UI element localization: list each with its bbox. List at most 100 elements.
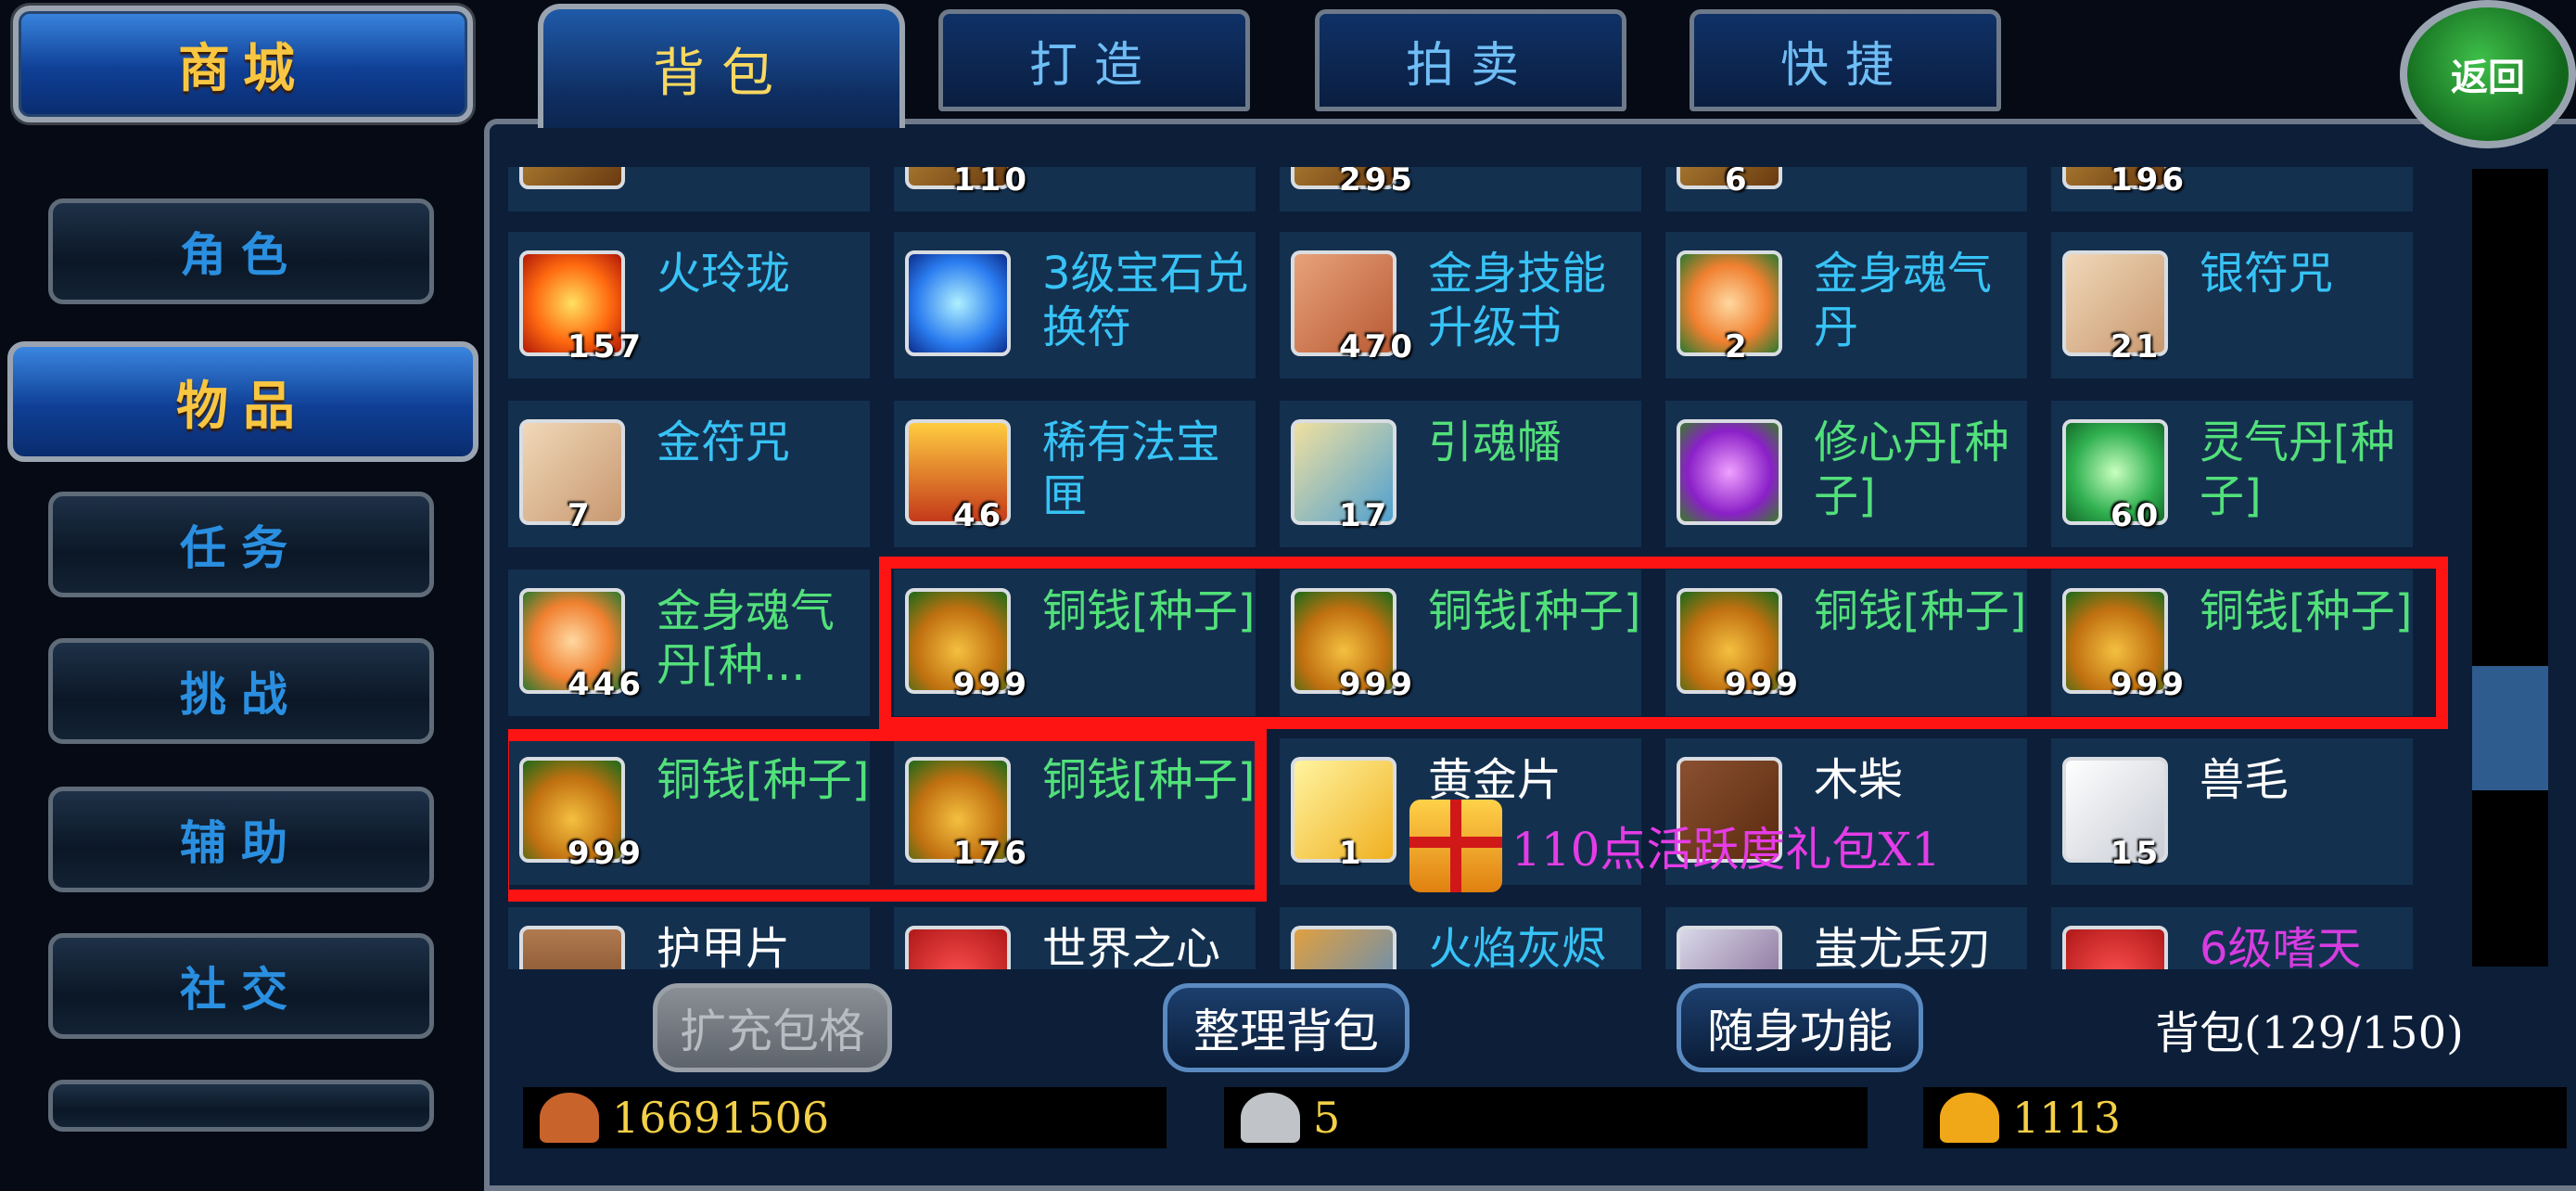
item-name: 蚩尤兵刃 (1814, 923, 1993, 969)
sidebar-item-items[interactable]: 物品 (7, 341, 478, 462)
item-quantity: 1 (1339, 835, 1365, 872)
pill-purple-icon (1677, 419, 1782, 525)
inventory-slot[interactable]: 修心丹[种子] (1665, 401, 2027, 547)
tab-label: 快捷 (1779, 37, 1910, 94)
gem-icon (905, 250, 1011, 356)
inventory-slot[interactable]: 295 (1280, 167, 1641, 211)
sort-backpack-label: 整理背包 (1193, 1005, 1379, 1058)
reward-toast-text: 110点活跃度礼包X1 (1511, 823, 1941, 877)
item-quantity: 21 (2111, 328, 2162, 365)
inventory-slot[interactable]: 引魂幡 17 (1280, 401, 1641, 547)
sidebar-item-guild[interactable]: 仙盟 (48, 1080, 434, 1132)
tab-label: 拍卖 (1405, 37, 1536, 94)
backpack-capacity: 背包(129/150) (2155, 1007, 2464, 1059)
inventory-slot[interactable]: 3级宝石兑换符 (894, 232, 1256, 378)
inventory-slot[interactable]: 吴 (508, 167, 870, 211)
item-quantity: 470 (1339, 328, 1416, 365)
item-quantity: 2 (1725, 328, 1751, 365)
item-quantity: 110 (953, 167, 1030, 198)
item-quantity: 6 (1725, 167, 1751, 198)
inventory-slot[interactable]: 金身魂气丹[种... 446 (508, 570, 870, 716)
sidebar-item-label: 物品 (176, 376, 310, 437)
inventory-slot[interactable]: 灵气丹[种子] 60 (2051, 401, 2413, 547)
sidebar-item-assist[interactable]: 辅助 (48, 787, 434, 892)
item-quantity: 7 (567, 497, 593, 534)
tab-quick[interactable]: 快捷 (1690, 9, 2001, 111)
inventory-slot[interactable]: 护甲片 (508, 907, 870, 969)
tab-label: 打造 (1028, 37, 1159, 94)
item-name: 金身技能升级书 (1428, 248, 1607, 353)
expand-slots-label: 扩充包格 (680, 1005, 865, 1058)
inventory-slot[interactable]: 物6 (1665, 167, 2027, 211)
scrollbar-track[interactable] (2472, 169, 2548, 967)
item-name: 银符咒 (2200, 248, 2334, 300)
blade-icon (1677, 926, 1782, 969)
item-quantity: 17 (1339, 497, 1391, 534)
expand-slots-button[interactable]: 扩充包格 (653, 983, 892, 1072)
ash-icon (1291, 926, 1396, 969)
tab-backpack[interactable]: 背包 (538, 4, 905, 128)
heart-icon (905, 926, 1011, 969)
item-quantity: 60 (2111, 497, 2162, 534)
sidebar-item-label: 挑战 (180, 668, 302, 722)
inventory-slot[interactable]: 196 (2051, 167, 2413, 211)
item-icon (519, 167, 625, 189)
portable-function-label: 随身功能 (1707, 1005, 1893, 1058)
portable-function-button[interactable]: 随身功能 (1677, 983, 1923, 1072)
item-name: 兽毛 (2200, 754, 2289, 806)
highlight-box (508, 729, 1267, 902)
item-quantity: 446 (567, 666, 644, 703)
inventory-slot[interactable]: 金符咒 7 (508, 401, 870, 547)
item-quantity: 15 (2111, 835, 2162, 872)
item-quantity: 196 (2111, 167, 2187, 198)
item-name: 灵气丹[种子] (2200, 416, 2395, 522)
sort-backpack-button[interactable]: 整理背包 (1163, 983, 1409, 1072)
tab-auction[interactable]: 拍卖 (1315, 9, 1626, 111)
currency-gold: 1113 (1923, 1087, 2567, 1148)
copper-value: 16691506 (612, 1093, 830, 1143)
item-name: 3级宝石兑换符 (1042, 248, 1249, 353)
inventory-slot[interactable]: 6级嗜天 (2051, 907, 2413, 969)
currency-copper: 16691506 (523, 1087, 1167, 1148)
sidebar-item-role[interactable]: 角色 (48, 198, 434, 304)
inventory-slot[interactable]: 兽毛 15 (2051, 738, 2413, 885)
highlight-box (879, 557, 2448, 729)
gift-box-icon (1409, 800, 1502, 892)
scrollbar-thumb[interactable] (2472, 666, 2548, 790)
silver-value: 5 (1313, 1093, 1341, 1143)
gold-value: 1113 (2012, 1093, 2122, 1143)
item-name: 稀有法宝匣 (1042, 416, 1221, 522)
inventory-slot[interactable]: 火玲珑 157 (508, 232, 870, 378)
copper-shell-icon (540, 1093, 599, 1143)
back-label: 返回 (2451, 57, 2525, 99)
shop-button[interactable]: 商城 (13, 6, 473, 122)
gold-shell-icon (1940, 1093, 1999, 1143)
tab-craft[interactable]: 打造 (938, 9, 1250, 111)
item-quantity: 295 (1339, 167, 1416, 198)
sidebar-item-label: 角色 (180, 228, 302, 282)
inventory-slot[interactable]: 蚩尤兵刃 (1665, 907, 2027, 969)
item-name: 引魂幡 (1428, 416, 1562, 468)
back-button[interactable]: 返回 (2400, 0, 2576, 148)
inventory-slot[interactable]: 金身魂气丹 2 (1665, 232, 2027, 378)
item-name: 火焰灰烬 (1428, 923, 1607, 969)
silver-shell-icon (1241, 1093, 1300, 1143)
item-name: 金身魂气丹[种... (657, 585, 835, 691)
sidebar-item-tasks[interactable]: 任务 (48, 492, 434, 597)
currency-silver: 5 (1224, 1087, 1868, 1148)
inventory-slot[interactable]: 金身技能升级书 470 (1280, 232, 1641, 378)
sidebar-item-label: 辅助 (180, 816, 302, 870)
sidebar-item-challenge[interactable]: 挑战 (48, 638, 434, 744)
inventory-slot[interactable]: 110 (894, 167, 1256, 211)
inventory-slot[interactable]: 银符咒 21 (2051, 232, 2413, 378)
inventory-slot[interactable]: 世界之心 (894, 907, 1256, 969)
item-name: 修心丹[种子] (1814, 416, 2009, 522)
sidebar-item-social[interactable]: 社交 (48, 933, 434, 1039)
heart-icon (2062, 926, 2168, 969)
reward-toast: 110点活跃度礼包X1 (1409, 800, 1941, 892)
item-name: 世界之心 (1042, 923, 1221, 969)
item-name: 火玲珑 (657, 248, 791, 300)
inventory-slot[interactable]: 稀有法宝匣 46 (894, 401, 1256, 547)
item-name: 金符咒 (657, 416, 791, 468)
inventory-slot[interactable]: 火焰灰烬 (1280, 907, 1641, 969)
